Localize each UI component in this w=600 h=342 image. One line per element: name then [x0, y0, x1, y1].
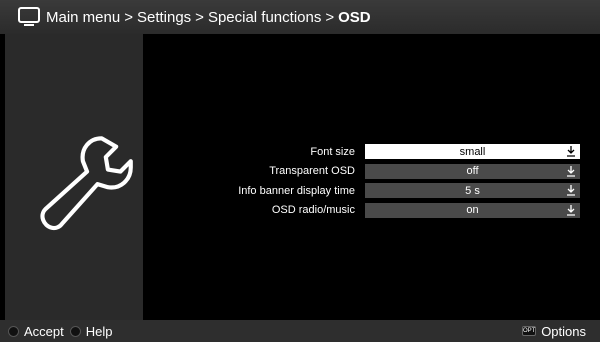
main-area: Font size small Transparent OSD off Info…	[5, 34, 595, 320]
help-key-icon	[69, 325, 81, 337]
settings-list: Font size small Transparent OSD off Info…	[150, 142, 590, 220]
setting-value: on	[466, 204, 479, 217]
left-panel	[5, 34, 143, 320]
setting-value-field[interactable]: 5 s	[365, 183, 580, 199]
setting-value: 5 s	[465, 184, 480, 197]
help-label: Help	[85, 323, 113, 339]
options-button[interactable]: OPT Options	[522, 324, 586, 339]
download-arrow-icon	[566, 164, 576, 179]
download-arrow-icon	[566, 203, 576, 218]
breadcrumb-current: OSD	[338, 8, 371, 26]
accept-button[interactable]: Accept	[8, 324, 64, 339]
setting-value-field[interactable]: small	[365, 144, 580, 160]
accept-key-icon	[8, 325, 19, 337]
setting-label: OSD radio/music	[271, 204, 355, 217]
setting-label: Font size	[310, 145, 355, 158]
accept-label: Accept	[24, 323, 64, 339]
tv-icon	[18, 6, 42, 28]
title-bar: Main menu > Settings > Special functions…	[0, 0, 600, 34]
setting-value-field[interactable]: off	[365, 163, 580, 179]
setting-row-transparent-osd[interactable]: Transparent OSD off	[150, 162, 590, 182]
breadcrumb-settings: Settings	[136, 8, 192, 26]
breadcrumb-main-menu: Main menu	[46, 8, 121, 26]
setting-row-osd-radio-music[interactable]: OSD radio/music on	[150, 201, 590, 221]
options-label: Options	[541, 323, 586, 339]
setting-row-font-size[interactable]: Font size small	[150, 142, 590, 162]
footer-bar: Accept Help OPT Options	[0, 320, 600, 342]
help-button[interactable]: Help	[69, 323, 113, 339]
setting-row-info-banner[interactable]: Info banner display time 5 s	[150, 181, 590, 201]
breadcrumb-separator: >	[195, 8, 204, 26]
wrench-icon	[40, 136, 133, 231]
breadcrumb-separator: >	[124, 8, 133, 26]
setting-value-field[interactable]: on	[365, 202, 580, 218]
breadcrumb-separator: >	[325, 8, 335, 26]
download-arrow-icon	[566, 183, 576, 198]
breadcrumb: Main menu > Settings > Special functions…	[46, 9, 371, 26]
setting-value: small	[459, 145, 486, 158]
breadcrumb-special-functions: Special functions	[207, 8, 322, 26]
setting-label: Info banner display time	[238, 184, 355, 197]
setting-label: Transparent OSD	[269, 165, 355, 178]
setting-value: off	[466, 165, 479, 178]
opt-key-icon: OPT	[522, 326, 537, 336]
download-arrow-icon	[566, 144, 576, 159]
